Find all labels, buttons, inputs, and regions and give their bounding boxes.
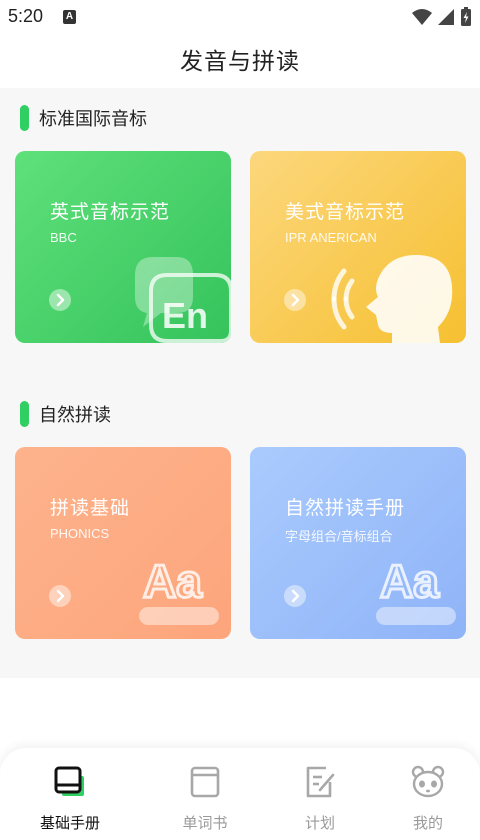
- speaking-head-icon: [331, 255, 453, 343]
- chevron-right-icon: [49, 585, 71, 607]
- card-title: 自然拼读手册: [285, 497, 406, 519]
- page-title: 发音与拼读: [180, 49, 300, 75]
- battery-charging-icon: [461, 6, 471, 26]
- signal-icon: [437, 8, 454, 25]
- card-phonics-basics[interactable]: 拼读基础 PHONICS Aa: [15, 447, 231, 639]
- tab-plan[interactable]: 计划: [260, 748, 380, 840]
- section-header-ipa: 标准国际音标: [20, 104, 147, 132]
- notification-a-icon: A: [63, 10, 76, 24]
- section-accent-bar: [20, 105, 29, 131]
- card-title: 英式音标示范: [50, 201, 171, 223]
- aa-letters-icon: Aa: [139, 554, 219, 625]
- tab-basic-handbook[interactable]: 基础手册: [10, 748, 130, 840]
- card-subtitle: PHONICS: [50, 526, 110, 541]
- tab-label: 基础手册: [39, 814, 100, 832]
- card-subtitle: IPR ANERICAN: [285, 230, 377, 245]
- tab-label: 单词书: [182, 814, 228, 832]
- chevron-right-icon: [49, 289, 71, 311]
- card-american-ipa[interactable]: 美式音标示范 IPR ANERICAN: [250, 151, 466, 343]
- section-accent-bar: [20, 401, 29, 427]
- status-time: 5:20: [8, 6, 44, 26]
- tab-label: 我的: [412, 814, 443, 832]
- status-bar: 5:20 A: [0, 0, 480, 34]
- wifi-icon: [411, 8, 432, 25]
- en-speech-bubble-icon: En: [135, 257, 231, 343]
- section-header-phonics: 自然拼读: [20, 400, 111, 428]
- bottom-tab-bar: 基础手册 单词书 计划 我的: [0, 748, 480, 840]
- aa-letters-icon: Aa: [376, 554, 456, 625]
- card-subtitle: 字母组合/音标组合: [285, 529, 393, 544]
- panda-icon: [411, 765, 445, 798]
- svg-text:Aa: Aa: [380, 555, 439, 607]
- book-icon: [54, 766, 84, 796]
- chevron-right-icon: [284, 289, 306, 311]
- svg-text:Aa: Aa: [143, 555, 202, 607]
- tab-label: 计划: [304, 814, 335, 832]
- card-subtitle: BBC: [50, 230, 77, 245]
- wordbook-icon: [190, 766, 220, 798]
- svg-text:En: En: [162, 295, 208, 336]
- status-icons: [411, 6, 472, 28]
- main-content: 标准国际音标 英式音标示范 BBC En 美式音标示范 IPR ANERICAN: [0, 88, 480, 678]
- chevron-right-icon: [284, 585, 306, 607]
- plan-edit-icon: [306, 766, 335, 798]
- tab-wordbook[interactable]: 单词书: [145, 748, 265, 840]
- section-title: 自然拼读: [39, 405, 111, 426]
- card-title: 拼读基础: [50, 497, 131, 519]
- card-title: 美式音标示范: [285, 201, 406, 223]
- tab-mine[interactable]: 我的: [368, 748, 480, 840]
- section-title: 标准国际音标: [39, 109, 147, 130]
- card-british-ipa[interactable]: 英式音标示范 BBC En: [15, 151, 231, 343]
- card-phonics-handbook[interactable]: 自然拼读手册 字母组合/音标组合 Aa: [250, 447, 466, 639]
